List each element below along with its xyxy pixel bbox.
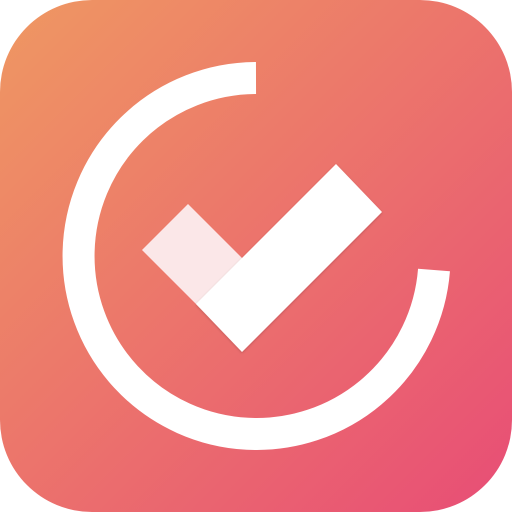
app-icon[interactable] [0,0,512,512]
app-icon-canvas [0,0,512,512]
app-icon-graphic [0,0,512,512]
